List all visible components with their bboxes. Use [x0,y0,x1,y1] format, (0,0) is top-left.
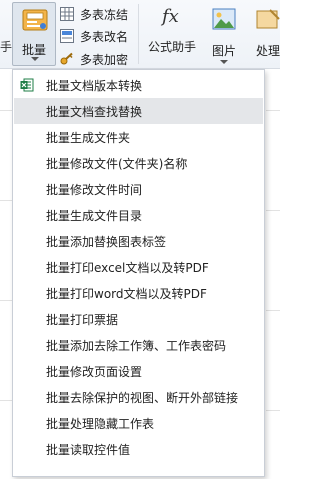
rename-sheets-button[interactable]: 多表改名 [60,27,128,45]
chevron-down-icon [220,60,228,64]
menu-item-print-bills[interactable]: 批量打印票据 [14,306,263,332]
encrypt-sheets-label: 多表加密 [80,52,129,67]
menu-item-label: 批量修改页面设置 [46,364,143,379]
freeze-grid-icon [60,7,74,21]
rename-sheets-label: 多表改名 [80,29,129,44]
formula-helper-label: 公式助手 [147,40,196,54]
grid-line [266,310,280,311]
menu-item-label: 批量添加去除工作簿、工作表密码 [46,338,227,353]
menu-item-page-setup[interactable]: 批量修改页面设置 [14,358,263,384]
encrypt-sheets-button[interactable]: 多表加密 [60,50,128,68]
grid-line [266,110,280,111]
process-icon [256,9,280,29]
menu-item-label: 批量生成文件夹 [46,130,131,145]
menu-item-label: 批量修改文件时间 [46,182,143,197]
ribbon-left-edge-label: 手 [0,40,13,54]
menu-item-hidden-sheets[interactable]: 批量处理隐藏工作表 [14,410,263,436]
menu-item-label: 批量读取控件值 [46,442,131,457]
menu-item-print-excel-pdf[interactable]: 批量打印excel文档以及转PDF [14,254,263,280]
menu-item-label: 批量打印票据 [46,312,119,327]
menu-item-label: 批量生成文件目录 [46,208,143,223]
menu-item-remove-protection-links[interactable]: 批量去除保护的视图、断开外部链接 [14,384,263,410]
batch-dropdown-menu: 批量文档版本转换 批量文档查找替换 批量生成文件夹 批量修改文件(文件夹)名称 … [12,69,265,477]
picture-button[interactable]: 图片 [206,2,242,66]
freeze-sheets-button[interactable]: 多表冻结 [60,5,128,23]
menu-item-label: 批量文档查找替换 [46,104,143,119]
menu-item-chart-labels[interactable]: 批量添加替换图表标签 [14,228,263,254]
menu-item-label: 批量文档版本转换 [46,78,143,93]
grid-line [0,110,12,111]
grid-line [0,300,12,301]
picture-label: 图片 [211,44,236,58]
excel-convert-icon [20,78,34,92]
menu-item-print-word-pdf[interactable]: 批量打印word文档以及转PDF [14,280,263,306]
menu-item-version-convert[interactable]: 批量文档版本转换 [14,72,263,98]
grid-line [0,400,12,401]
menu-item-generate-directory[interactable]: 批量生成文件目录 [14,202,263,228]
menu-item-find-replace[interactable]: 批量文档查找替换 [14,98,263,124]
menu-item-modify-file-time[interactable]: 批量修改文件时间 [14,176,263,202]
formula-helper-button[interactable]: fx 公式助手 [144,2,200,66]
fx-icon: fx [162,6,179,27]
menu-item-label: 批量去除保护的视图、断开外部链接 [46,390,239,405]
picture-icon [212,8,236,30]
menu-item-rename-files[interactable]: 批量修改文件(文件夹)名称 [14,150,263,176]
grid-line [266,410,280,411]
key-icon [60,52,73,65]
grid-line [0,200,12,201]
batch-button-label: 批量 [21,43,46,57]
process-label: 处理 [256,44,281,58]
grid-line [266,210,280,211]
ribbon-separator [138,4,139,64]
process-button[interactable]: 处理 [252,2,292,66]
menu-item-label: 批量打印word文档以及转PDF [46,286,207,301]
ribbon-toolbar: 手 批量 多表冻结 多表改名 多表加密 fx 公式助手 图片 处理 [0,0,280,69]
menu-item-label: 批量打印excel文档以及转PDF [46,260,209,275]
freeze-sheets-label: 多表冻结 [80,7,129,22]
menu-item-read-control-values[interactable]: 批量读取控件值 [14,436,263,462]
batch-dropdown-button[interactable]: 批量 [12,2,56,66]
chevron-down-icon [31,57,39,61]
batch-doc-icon [22,9,48,31]
menu-item-workbook-passwords[interactable]: 批量添加去除工作簿、工作表密码 [14,332,263,358]
menu-item-label: 批量处理隐藏工作表 [46,416,155,431]
menu-item-label: 批量修改文件(文件夹)名称 [46,156,188,171]
rename-sheet-icon [60,29,74,43]
menu-item-label: 批量添加替换图表标签 [46,234,167,249]
menu-item-create-folders[interactable]: 批量生成文件夹 [14,124,263,150]
